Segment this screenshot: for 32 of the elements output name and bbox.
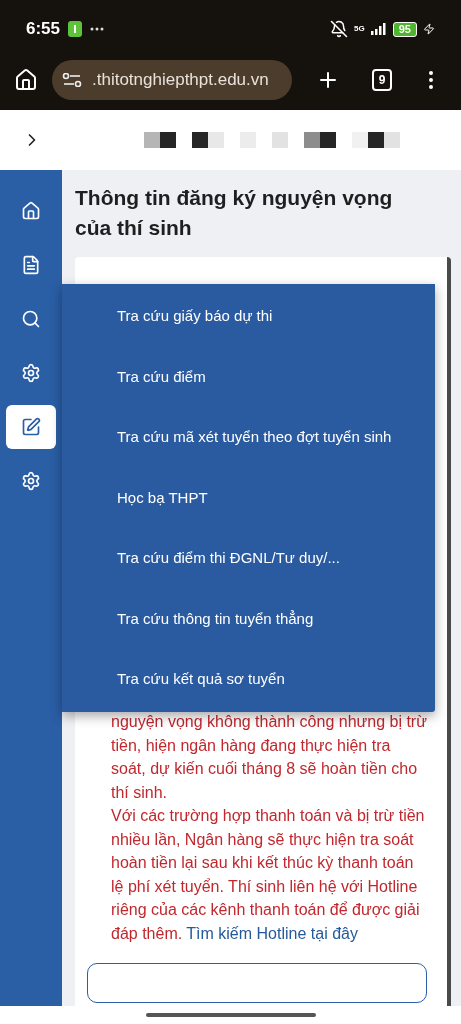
edit-icon [21, 417, 41, 437]
menu-item[interactable]: Tra cứu điểm thi ĐGNL/Tư duy/... [62, 528, 435, 589]
charging-icon [423, 22, 435, 36]
page-heading: Thông tin đăng ký nguyện vọng của thí sinh [75, 185, 394, 241]
menu-item[interactable]: Tra cứu mã xét tuyển theo đợt tuyển sinh [62, 407, 435, 468]
battery-level: 95 [392, 21, 417, 37]
clock-time: 6:55 [26, 18, 61, 41]
home-button[interactable] [14, 68, 38, 92]
outlined-button[interactable] [87, 963, 427, 1003]
address-bar[interactable]: .thitotnghiepthpt.edu.vn [52, 60, 292, 100]
settings-icon [21, 471, 41, 491]
search-icon [21, 309, 41, 329]
network-label: 5G [354, 23, 365, 35]
document-icon [21, 255, 41, 275]
home-icon [21, 201, 41, 221]
menu-item[interactable]: Tra cứu điểm [62, 346, 435, 407]
sidebar-item[interactable] [6, 405, 56, 449]
tab-switcher-button[interactable]: 9 [372, 69, 392, 91]
menu-item[interactable]: Tra cứu giấy báo dự thi [62, 286, 435, 347]
notice-text: nguyện vọng không thành công nhưng bị trừ tiền, hiện ngân hàng đang thực hiện tra soát, dự kiến cuối tháng 8 sẽ hoàn tiền cho thí sinh. [111, 712, 427, 803]
notification-icon [68, 21, 83, 37]
notice-text: Với các trường hợp thanh toán và bị trừ tiền nhiều lần, Ngân hàng sẽ thực hiện tra soát hoàn tiền lại sau khi kết thúc kỳ thanh toán lệ phí xét tuyển. Thí sinh liên hệ với Hotline riêng của các kênh thanh toán để được giải đáp thêm. Tìm kiếm Hotline tại đây [111, 806, 426, 944]
settings-icon [21, 363, 41, 383]
site-settings-icon[interactable] [62, 73, 82, 87]
hotline-link[interactable]: Tìm kiếm Hotline tại đây [186, 924, 358, 942]
menu-item[interactable]: Học bạ THPT [62, 467, 435, 528]
menu-item[interactable]: Tra cứu thông tin tuyển thẳng [62, 588, 435, 649]
url-text: .thitotnghiepthpt.edu.vn [92, 69, 269, 92]
muted-bell-icon [330, 20, 349, 38]
signal-icon [370, 23, 387, 35]
menu-item[interactable]: Tra cứu kết quả sơ tuyển [62, 649, 435, 710]
more-dots-icon [90, 27, 105, 31]
